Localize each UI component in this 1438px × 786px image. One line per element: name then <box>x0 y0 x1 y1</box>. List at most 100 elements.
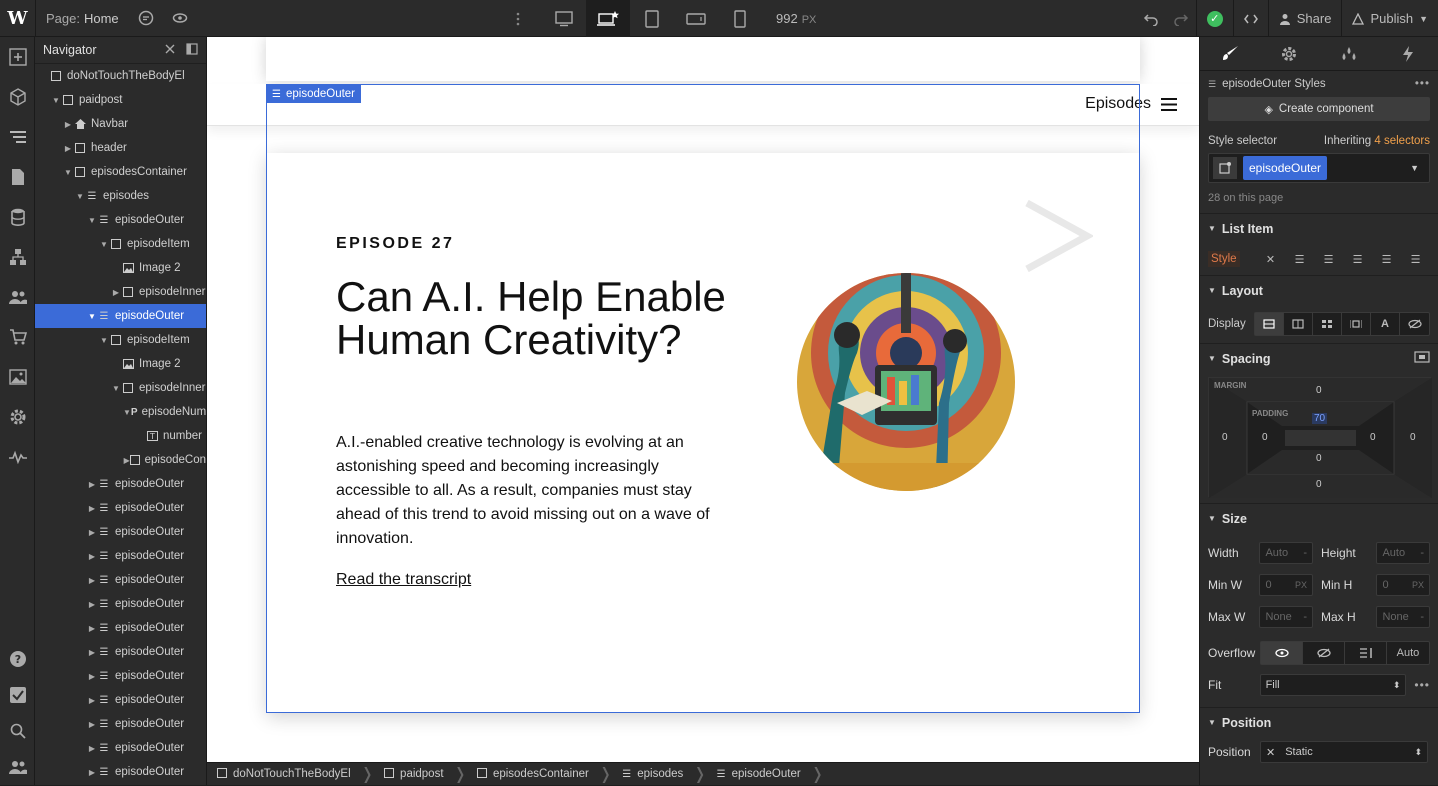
navigator-item[interactable]: ▶header <box>35 136 206 160</box>
selector-field[interactable]: episodeOuter ▼ <box>1208 153 1430 183</box>
mobile-landscape-icon[interactable] <box>674 0 718 37</box>
caret-down-icon[interactable]: ▼ <box>87 216 97 225</box>
caret-down-icon[interactable]: ▼ <box>63 168 73 177</box>
episode-card[interactable]: EPISODE 27 Can A.I. Help Enable Human Cr… <box>267 153 1139 713</box>
caret-right-icon[interactable]: ▶ <box>87 744 97 753</box>
comments-icon[interactable] <box>129 0 163 37</box>
navigator-item[interactable]: ▼episodeItem <box>35 328 206 352</box>
margin-right-value[interactable]: 0 <box>1410 432 1416 443</box>
dock-panel-icon[interactable] <box>186 43 198 58</box>
display-inline-block-icon[interactable] <box>1342 313 1371 335</box>
navigator-item[interactable]: Image 2 <box>35 256 206 280</box>
previous-section-card[interactable] <box>266 37 1140 81</box>
overflow-scroll-icon[interactable] <box>1345 642 1387 664</box>
design-canvas[interactable]: Episodes EPISODE 27 Can A.I. Help Enable… <box>207 37 1199 762</box>
navigator-item[interactable]: ▼☰episodeOuter <box>35 304 206 328</box>
navigator-item[interactable]: ▶☰episodeOuter <box>35 592 206 616</box>
list-item-section-header[interactable]: ▼ List Item <box>1200 213 1438 243</box>
desktop-base-icon[interactable] <box>586 0 630 37</box>
breadcrumb-item[interactable]: ☰episodes <box>612 763 693 786</box>
pages-icon[interactable] <box>0 157 35 197</box>
overflow-auto-option[interactable]: Auto <box>1387 642 1429 664</box>
caret-down-icon[interactable]: ▼ <box>51 96 61 105</box>
fit-more-options-icon[interactable]: ••• <box>1414 678 1430 692</box>
style-brush-icon[interactable] <box>1200 37 1260 70</box>
ecommerce-cart-icon[interactable] <box>0 317 35 357</box>
navigator-item[interactable]: ▶☰episodeOuter <box>35 568 206 592</box>
caret-right-icon[interactable]: ▶ <box>87 504 97 513</box>
breadcrumb-item[interactable]: ☰episodeOuter <box>707 763 811 786</box>
padding-bottom-value[interactable]: 0 <box>1316 453 1322 464</box>
caret-right-icon[interactable]: ▶ <box>87 768 97 777</box>
desktop-large-icon[interactable] <box>542 0 586 37</box>
tasks-check-icon[interactable] <box>0 677 35 713</box>
mobile-portrait-icon[interactable] <box>718 0 762 37</box>
selector-chip[interactable]: episodeOuter <box>1243 156 1327 180</box>
caret-right-icon[interactable]: ▶ <box>87 600 97 609</box>
navigator-item[interactable]: ▶Navbar <box>35 112 206 136</box>
list-style-decimal-icon[interactable]: ☰ <box>1343 248 1372 270</box>
publish-button[interactable]: Publish ▼ <box>1341 0 1438 37</box>
selector-state-icon[interactable] <box>1213 157 1237 179</box>
min-width-input[interactable]: 0PX <box>1259 574 1313 596</box>
caret-right-icon[interactable]: ▶ <box>123 456 130 465</box>
navigator-item[interactable]: doNotTouchTheBodyEl <box>35 64 206 88</box>
episodes-nav-link[interactable]: Episodes <box>1085 95 1177 113</box>
caret-right-icon[interactable]: ▶ <box>87 696 97 705</box>
navigator-item[interactable]: ▶☰episodeOuter <box>35 544 206 568</box>
navigator-item[interactable]: ▼☰episodeOuter <box>35 208 206 232</box>
chevron-down-icon[interactable]: ▼ <box>1410 163 1425 173</box>
layout-section-header[interactable]: ▼ Layout <box>1200 275 1438 305</box>
inheriting-selectors-link[interactable]: 4 selectors <box>1374 135 1430 147</box>
add-panel-icon[interactable] <box>0 37 35 77</box>
navigator-item[interactable]: ▶☰episodeOuter <box>35 496 206 520</box>
tablet-icon[interactable] <box>630 0 674 37</box>
overflow-hidden-icon[interactable] <box>1303 642 1345 664</box>
display-inline-icon[interactable]: A <box>1371 313 1400 335</box>
caret-down-icon[interactable]: ▼ <box>75 192 85 201</box>
navigator-item[interactable]: ▼☰episodes <box>35 184 206 208</box>
padding-left-value[interactable]: 0 <box>1262 432 1268 443</box>
padding-top-value[interactable]: 70 <box>1312 413 1327 424</box>
collaborators-icon[interactable] <box>0 749 35 785</box>
webflow-logo[interactable]: W <box>0 0 36 37</box>
caret-right-icon[interactable]: ▶ <box>87 552 97 561</box>
navigator-item[interactable]: Image 2 <box>35 352 206 376</box>
undo-icon[interactable] <box>1136 0 1166 37</box>
height-input[interactable]: Auto- <box>1376 542 1430 564</box>
users-icon[interactable] <box>0 277 35 317</box>
selected-element-tag[interactable]: ☰ episodeOuter <box>266 85 361 103</box>
navigator-item[interactable]: ▶☰episodeOuter <box>35 712 206 736</box>
publish-status-check[interactable]: ✓ <box>1196 0 1233 37</box>
read-transcript-link[interactable]: Read the transcript <box>336 571 471 589</box>
caret-down-icon[interactable]: ▼ <box>111 384 121 393</box>
caret-down-icon[interactable]: ▼ <box>123 408 131 417</box>
navigator-item[interactable]: ▼PepisodeNum <box>35 400 206 424</box>
code-icon[interactable] <box>1233 0 1268 37</box>
caret-right-icon[interactable]: ▶ <box>87 480 97 489</box>
redo-icon[interactable] <box>1166 0 1196 37</box>
page-selector[interactable]: Page: Home <box>36 0 129 37</box>
caret-right-icon[interactable]: ▶ <box>87 528 97 537</box>
interactions-lightning-icon[interactable] <box>1379 37 1438 70</box>
navigator-item[interactable]: ▶☰episodeOuter <box>35 640 206 664</box>
navigator-item[interactable]: ▼episodeItem <box>35 232 206 256</box>
spacing-presets-icon[interactable] <box>1414 351 1430 366</box>
navigator-item[interactable]: ▼paidpost <box>35 88 206 112</box>
preview-eye-icon[interactable] <box>163 0 197 37</box>
max-height-input[interactable]: None- <box>1376 606 1430 628</box>
caret-down-icon[interactable]: ▼ <box>99 240 109 249</box>
logic-flow-icon[interactable] <box>0 237 35 277</box>
pin-close-icon[interactable] <box>164 43 176 58</box>
navigator-item[interactable]: ▶☰episodeOuter <box>35 688 206 712</box>
fit-select[interactable]: Fill⬍ <box>1260 674 1407 696</box>
navigator-item[interactable]: ▶episodeInner <box>35 280 206 304</box>
caret-right-icon[interactable]: ▶ <box>63 120 73 129</box>
caret-right-icon[interactable]: ▶ <box>111 288 121 297</box>
position-section-header[interactable]: ▼ Position <box>1200 707 1438 737</box>
navigator-icon[interactable] <box>0 117 35 157</box>
list-style-more-icon[interactable]: ☰ <box>1401 248 1430 270</box>
element-settings-gear-icon[interactable] <box>1260 37 1320 70</box>
display-flex-icon[interactable] <box>1284 313 1313 335</box>
share-button[interactable]: Share <box>1268 0 1342 37</box>
